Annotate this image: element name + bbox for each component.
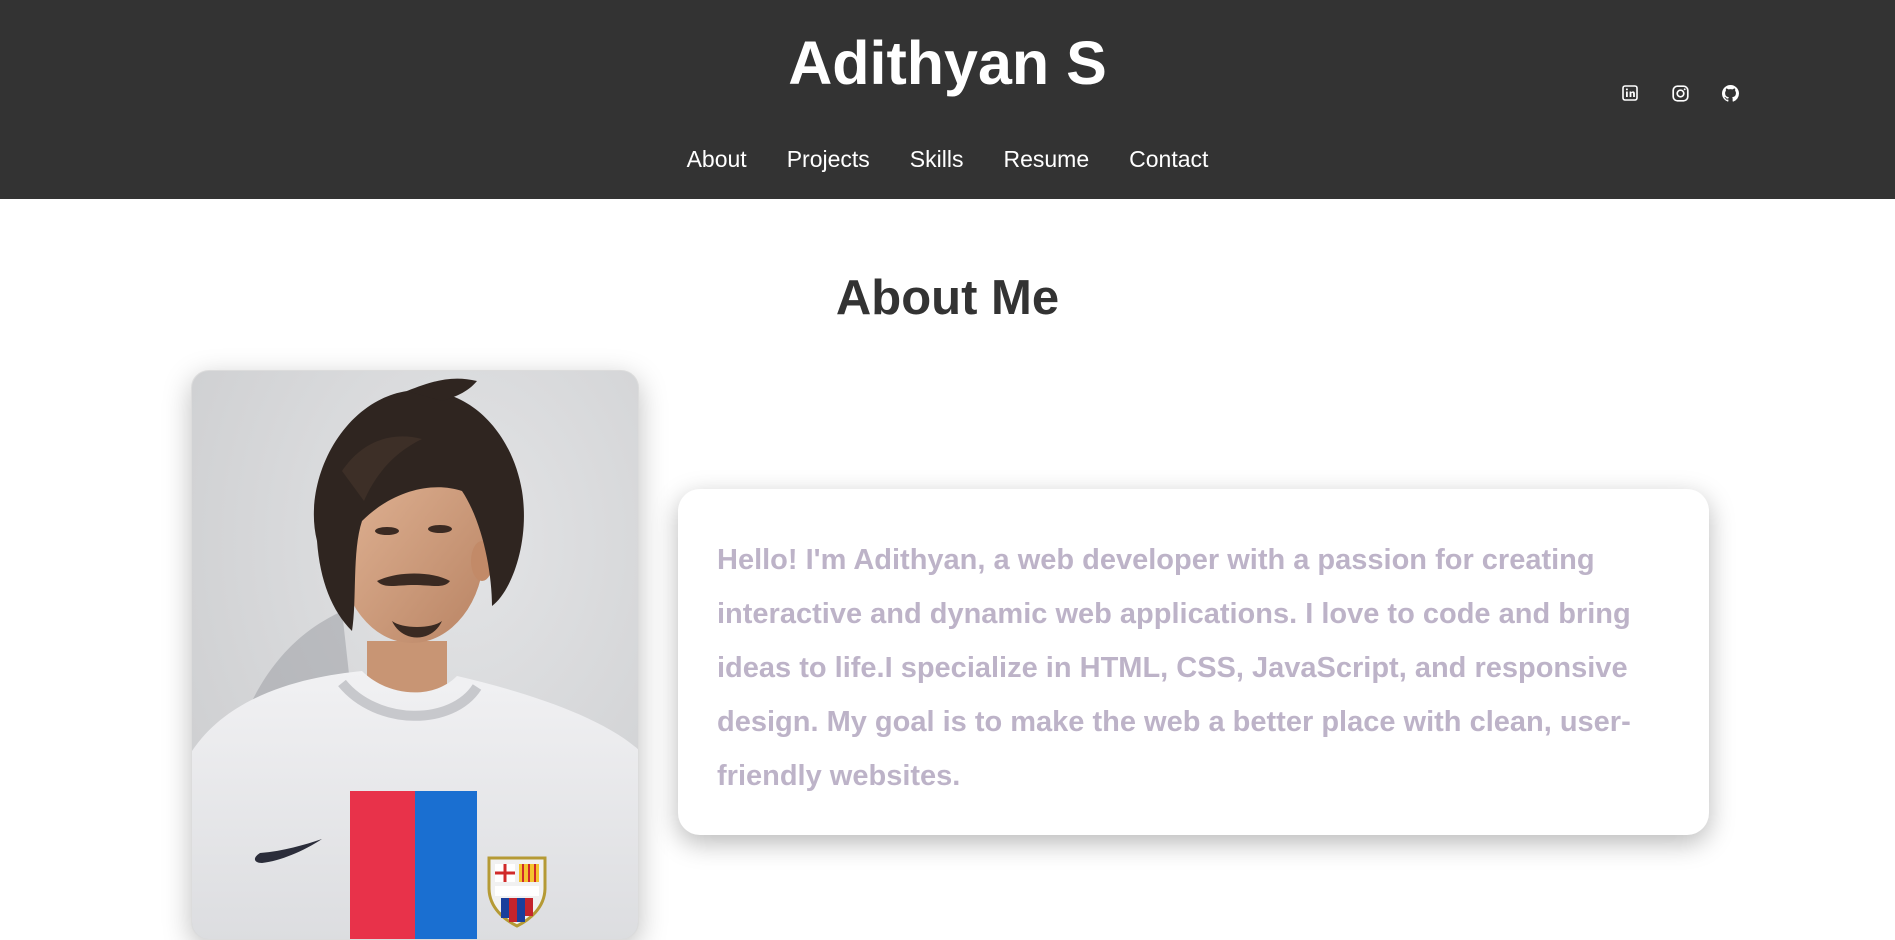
linkedin-icon[interactable] [1620,83,1640,103]
nav-about[interactable]: About [687,144,747,174]
nav-projects[interactable]: Projects [787,144,870,174]
nav-resume[interactable]: Resume [1003,144,1089,174]
github-icon[interactable] [1720,83,1740,103]
about-text: Hello! I'm Adithyan, a web developer wit… [717,544,1631,792]
social-links [1620,83,1740,103]
main-nav: About Projects Skills Resume Contact [0,144,1895,174]
site-title: Adithyan S [788,29,1107,97]
nav-contact[interactable]: Contact [1129,144,1208,174]
nav-skills[interactable]: Skills [910,144,964,174]
about-card: Hello! I'm Adithyan, a web developer wit… [678,489,1709,835]
profile-photo [191,370,639,940]
instagram-icon[interactable] [1670,83,1690,103]
about-heading: About Me [835,271,1060,325]
site-header: Adithyan S About Projects Skills Resume … [0,0,1895,199]
